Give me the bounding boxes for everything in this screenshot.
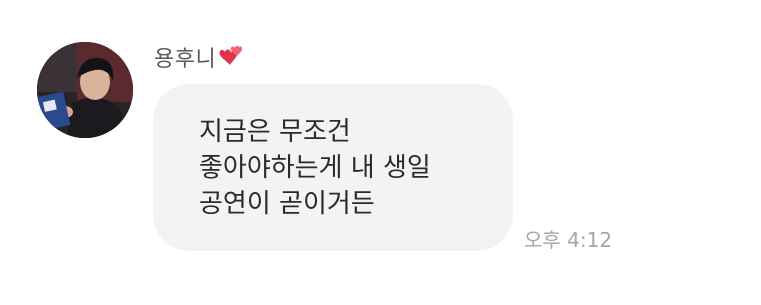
sender-name[interactable]: 용후니: [154, 41, 216, 73]
message-timestamp: 오후 4:12: [524, 228, 613, 252]
message-line: 좋아야하는게 내 생일: [199, 153, 431, 183]
double-heart-icon: [218, 44, 244, 70]
message-line: 공연이 곧이거든: [199, 189, 375, 219]
chat-message-row: 용후니 지금은 무조건 좋아야하는게 내 생일 공연이 곧이거든 오후 4:12: [0, 0, 761, 305]
avatar[interactable]: [37, 42, 133, 138]
message-bubble[interactable]: 지금은 무조건 좋아야하는게 내 생일 공연이 곧이거든: [153, 84, 513, 251]
message-line: 지금은 무조건: [199, 117, 351, 147]
profile-photo-icon: [37, 42, 133, 138]
sender-header: 용후니: [154, 42, 244, 72]
